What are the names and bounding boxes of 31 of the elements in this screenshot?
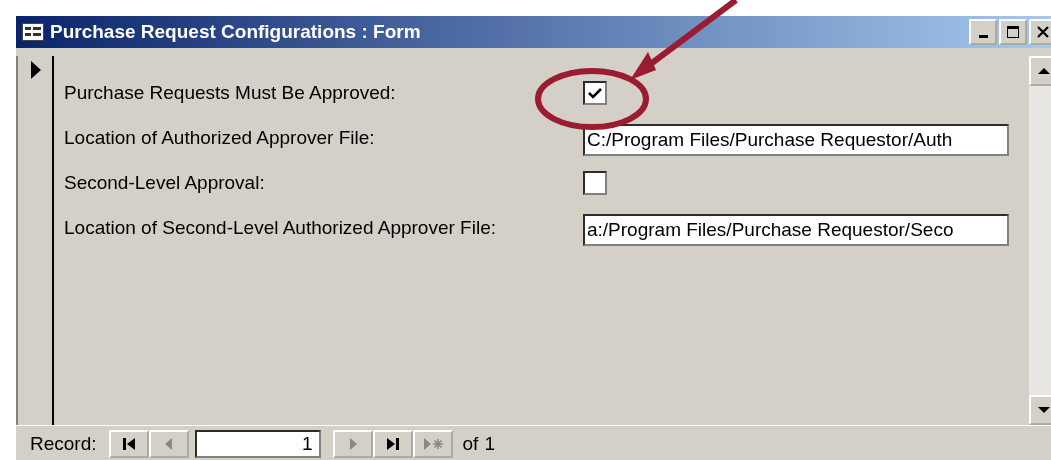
checkbox[interactable] xyxy=(583,170,607,195)
first-record-button[interactable] xyxy=(108,430,149,458)
last-record-button[interactable] xyxy=(372,430,413,458)
form-icon xyxy=(22,23,44,41)
field-label: Location of Authorized Approver File: xyxy=(64,126,376,149)
record-selector[interactable] xyxy=(18,56,54,425)
field-label: Purchase Requests Must Be Approved: xyxy=(64,81,397,104)
input-field[interactable]: a:/Program Files/Purchase Requestor/Seco xyxy=(583,213,1009,246)
new-record-icon xyxy=(421,437,444,451)
close-button[interactable] xyxy=(1029,19,1051,45)
checkmark-icon xyxy=(587,85,603,100)
of-label: of xyxy=(462,433,479,455)
first-record-icon xyxy=(120,437,137,451)
minimize-button[interactable] xyxy=(969,19,997,45)
field-label: Location of Second-Level Authorized Approver File: xyxy=(64,216,497,239)
current-record-icon xyxy=(30,60,42,80)
last-record-icon xyxy=(384,437,401,451)
record-label: Record: xyxy=(30,433,97,455)
record-total: 1 xyxy=(484,433,495,455)
scroll-down-icon xyxy=(1037,405,1051,415)
vertical-scrollbar[interactable] xyxy=(1029,56,1051,425)
checkbox[interactable] xyxy=(583,80,607,105)
maximize-icon xyxy=(1006,25,1020,39)
input-field[interactable]: C:/Program Files/Purchase Requestor/Auth xyxy=(583,123,1009,156)
maximize-button[interactable] xyxy=(999,19,1027,45)
close-icon xyxy=(1036,25,1050,39)
minimize-icon xyxy=(978,34,988,38)
field-label: Second-Level Approval: xyxy=(64,171,266,194)
scroll-up-icon xyxy=(1037,66,1051,76)
record-number-field[interactable]: 1 xyxy=(194,430,321,458)
window-title: Purchase Request Configurations : Form xyxy=(50,21,422,43)
